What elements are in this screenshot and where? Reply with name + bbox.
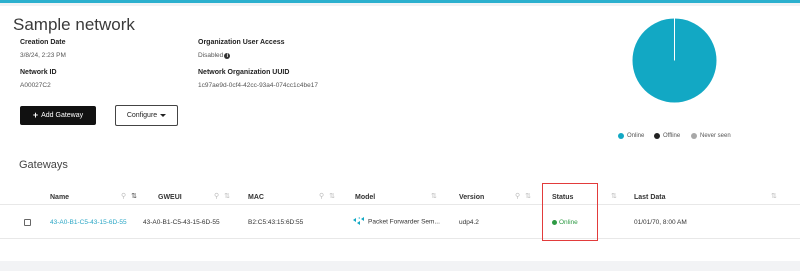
row-divider bbox=[0, 238, 800, 239]
network-id-value: A00027C2 bbox=[20, 82, 51, 89]
search-icon[interactable]: ⚲ bbox=[121, 193, 126, 200]
gateways-section-title: Gateways bbox=[19, 159, 68, 171]
header-divider bbox=[0, 204, 800, 205]
sort-icon[interactable]: ⇅ bbox=[329, 193, 335, 200]
mac-column-tools: ⚲ ⇅ bbox=[319, 192, 335, 200]
sort-icon[interactable]: ⇅ bbox=[431, 193, 437, 200]
status-column-highlight bbox=[542, 183, 598, 241]
creation-date-label: Creation Date bbox=[20, 39, 66, 46]
status-column-tools: ⇅ bbox=[611, 192, 617, 200]
sort-icon[interactable]: ⇅ bbox=[771, 193, 777, 200]
caret-down-icon bbox=[160, 114, 167, 117]
gateway-name-link[interactable]: 43-A0-B1-C5-43-15-6D-55 bbox=[50, 219, 127, 226]
legend-online: Online bbox=[618, 133, 644, 139]
gateway-last-data: 01/01/70, 8:00 AM bbox=[634, 219, 687, 226]
creation-date-value: 3/8/24, 2:23 PM bbox=[20, 52, 66, 59]
org-access-row: Disabled i bbox=[198, 52, 231, 59]
gateway-mac: B2:C5:43:15:6D:55 bbox=[248, 219, 304, 226]
last-data-column-tools: ⇅ bbox=[771, 192, 777, 200]
info-icon[interactable]: i bbox=[224, 53, 231, 59]
page-title: Sample network bbox=[13, 15, 135, 34]
org-uuid-label: Network Organization UUID bbox=[198, 69, 290, 76]
top-accent-bar bbox=[0, 0, 800, 3]
version-column-tools: ⚲ ⇅ bbox=[515, 192, 531, 200]
network-card: Sample network Creation Date 3/8/24, 2:2… bbox=[0, 6, 800, 261]
legend-offline-label: Offline bbox=[663, 133, 681, 139]
gateway-model: Packet Forwarder Sem... bbox=[352, 217, 440, 227]
legend-online-label: Online bbox=[627, 133, 645, 139]
column-header-mac[interactable]: MAC bbox=[248, 194, 264, 201]
network-id-label: Network ID bbox=[20, 69, 57, 76]
configure-button[interactable]: Configure bbox=[115, 105, 178, 126]
gateway-model-label: Packet Forwarder Sem... bbox=[368, 218, 440, 226]
row-checkbox[interactable] bbox=[24, 219, 31, 226]
configure-label: Configure bbox=[126, 112, 158, 119]
search-icon[interactable]: ⚲ bbox=[515, 193, 520, 200]
column-header-version[interactable]: Version bbox=[459, 194, 484, 201]
search-icon[interactable]: ⚲ bbox=[319, 193, 324, 200]
column-header-gweui[interactable]: GWEUI bbox=[158, 194, 182, 201]
legend-offline: Offline bbox=[654, 133, 680, 139]
model-column-tools: ⇅ bbox=[431, 192, 437, 200]
sort-active-icon[interactable]: ⇅ bbox=[131, 193, 137, 200]
status-pie-chart bbox=[632, 18, 717, 103]
legend-never-seen-label: Never seen bbox=[700, 133, 731, 139]
legend-never-seen-swatch bbox=[691, 133, 697, 139]
column-header-name[interactable]: Name bbox=[50, 194, 69, 201]
legend-never-seen: Never seen bbox=[691, 133, 731, 139]
name-column-tools: ⚲ ⇅ bbox=[121, 192, 137, 200]
gweui-column-tools: ⚲ ⇅ bbox=[214, 192, 230, 200]
packet-forwarder-icon bbox=[353, 217, 364, 225]
gateway-gweui: 43-A0-B1-C5-43-15-6D-55 bbox=[143, 219, 220, 226]
add-gateway-button[interactable]: + Add Gateway bbox=[20, 106, 96, 125]
org-uuid-value: 1c97ae9d-0cf4-42cc-93a4-074cc1c4be17 bbox=[198, 82, 318, 89]
sort-icon[interactable]: ⇅ bbox=[224, 193, 230, 200]
legend-offline-swatch bbox=[654, 133, 660, 139]
bottom-band bbox=[0, 261, 800, 271]
plus-icon: + bbox=[32, 110, 39, 120]
sort-icon[interactable]: ⇅ bbox=[611, 193, 617, 200]
column-header-last-data[interactable]: Last Data bbox=[634, 194, 666, 201]
add-gateway-label: Add Gateway bbox=[41, 112, 84, 119]
search-icon[interactable]: ⚲ bbox=[214, 193, 219, 200]
org-access-value: Disabled bbox=[198, 52, 224, 59]
pie-svg bbox=[632, 18, 717, 103]
sort-icon[interactable]: ⇅ bbox=[525, 193, 531, 200]
gateway-version: udp4.2 bbox=[459, 219, 479, 226]
legend-online-swatch bbox=[618, 133, 624, 139]
column-header-model[interactable]: Model bbox=[355, 194, 375, 201]
org-access-label: Organization User Access bbox=[198, 39, 285, 46]
